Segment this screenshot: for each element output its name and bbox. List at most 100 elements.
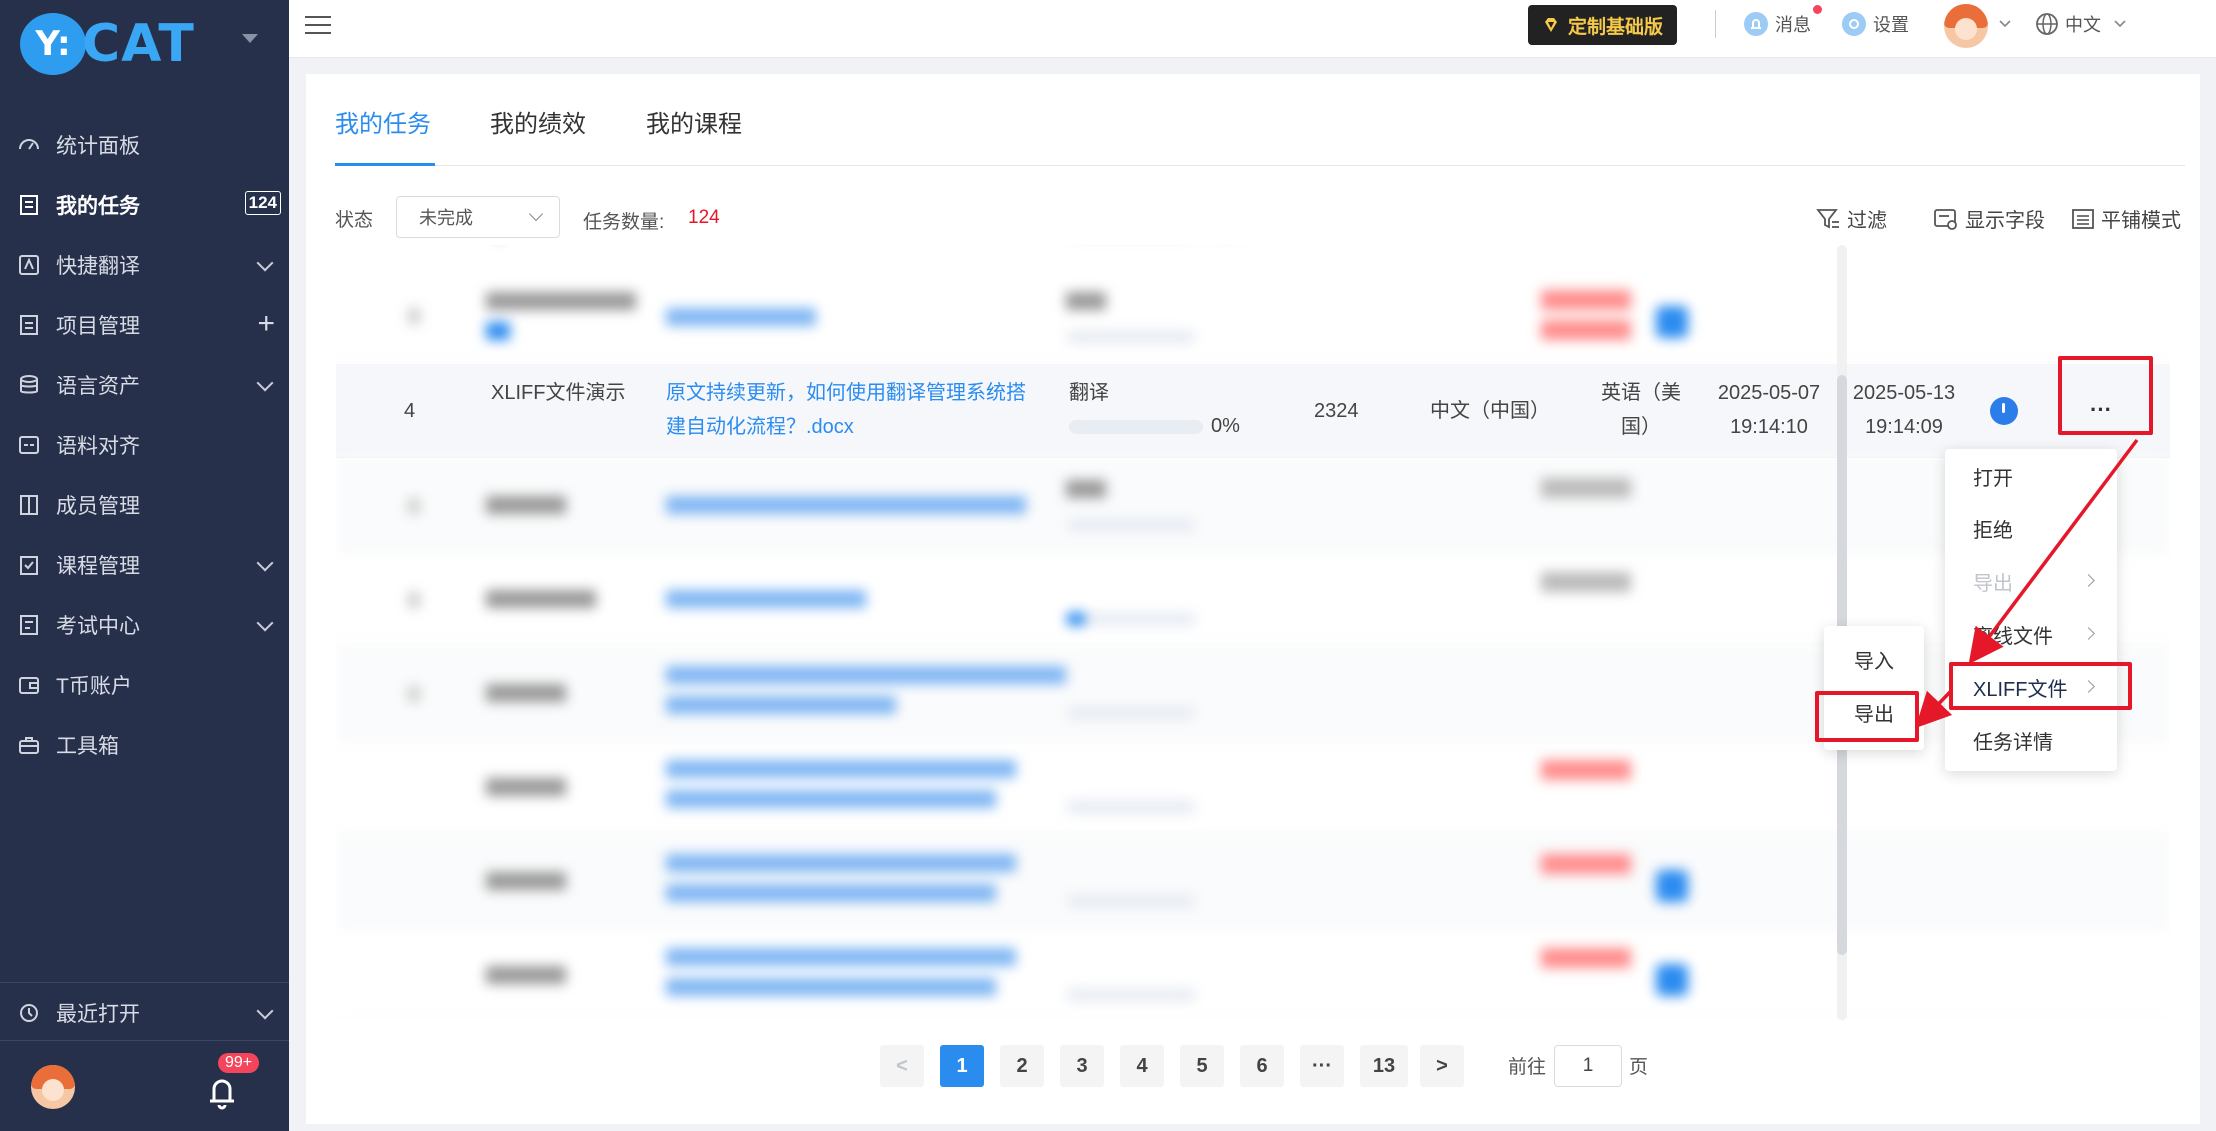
show-fields-label: 显示字段 bbox=[1965, 210, 2045, 232]
goto-label: 前往 bbox=[1508, 1057, 1547, 1078]
sidebar: Y: CAT 统计面板 我的任务 124 快捷翻译 项目管理 + 语言资产 语料… bbox=[0, 0, 289, 1131]
language-switcher[interactable]: 中文 bbox=[2035, 10, 2133, 38]
sidebar-item-courses[interactable]: 课程管理 bbox=[0, 535, 289, 595]
show-fields-button[interactable]: 显示字段 bbox=[1933, 204, 2045, 233]
collapse-menu-icon[interactable] bbox=[305, 16, 331, 38]
tab-my-courses[interactable]: 我的课程 bbox=[646, 104, 742, 139]
menu-item-open[interactable]: 打开 bbox=[1945, 452, 2117, 500]
target-language: 英语（美 国） bbox=[1601, 382, 1681, 438]
sidebar-item-label: 课程管理 bbox=[56, 555, 140, 578]
notification-badge: 99+ bbox=[218, 1053, 260, 1073]
page-4[interactable]: 4 bbox=[1120, 1045, 1164, 1087]
logo[interactable]: Y: CAT bbox=[20, 8, 195, 80]
table-row bbox=[336, 928, 2170, 1020]
page-5[interactable]: 5 bbox=[1180, 1045, 1224, 1087]
sidebar-item-t-coin[interactable]: T币账户 bbox=[0, 655, 289, 715]
tab-my-performance[interactable]: 我的绩效 bbox=[490, 104, 586, 139]
tile-mode-button[interactable]: 平铺模式 bbox=[2071, 204, 2181, 233]
status-select[interactable]: 未完成 bbox=[396, 196, 560, 238]
diamond-icon bbox=[1545, 18, 1557, 32]
top-user-avatar[interactable] bbox=[1944, 4, 1988, 48]
sidebar-menu: 统计面板 我的任务 124 快捷翻译 项目管理 + 语言资产 语料对齐 成员管理… bbox=[0, 115, 289, 775]
progress-text: 0% bbox=[1211, 415, 1240, 437]
task-file-link[interactable]: 原文持续更新，如何使用翻译管理系统搭 建自动化流程？.docx bbox=[666, 376, 1026, 444]
page-1[interactable]: 1 bbox=[940, 1045, 984, 1087]
sidebar-item-label: 项目管理 bbox=[56, 315, 140, 338]
table-row[interactable]: 4 XLIFF文件演示 原文持续更新，如何使用翻译管理系统搭 建自动化流程？.d… bbox=[336, 364, 2170, 458]
columns-icon bbox=[1934, 208, 1957, 230]
logo-text: CAT bbox=[82, 14, 195, 74]
tab-my-tasks[interactable]: 我的任务 bbox=[335, 104, 431, 139]
menu-item-offline-file[interactable]: 离线文件 bbox=[1945, 610, 2117, 658]
sidebar-item-label: 快捷翻译 bbox=[56, 255, 140, 278]
task-index: 4 bbox=[404, 400, 416, 422]
add-project-icon[interactable]: + bbox=[257, 309, 275, 339]
page-3[interactable]: 3 bbox=[1060, 1045, 1104, 1087]
task-icon bbox=[18, 194, 40, 216]
sidebar-item-projects[interactable]: 项目管理 + bbox=[0, 295, 289, 355]
vip-plan-button[interactable]: 定制基础版 bbox=[1528, 5, 1678, 45]
sidebar-item-quick-translate[interactable]: 快捷翻译 bbox=[0, 235, 289, 295]
members-icon bbox=[18, 494, 40, 516]
task-count-badge: 124 bbox=[244, 191, 281, 215]
tile-mode-label: 平铺模式 bbox=[2101, 210, 2181, 232]
menu-item-task-details[interactable]: 任务详情 bbox=[1945, 716, 2117, 764]
sidebar-item-language-assets[interactable]: 语言资产 bbox=[0, 355, 289, 415]
task-name: XLIFF文件演示 bbox=[491, 382, 626, 404]
table-row bbox=[336, 740, 2170, 834]
account-dropdown[interactable] bbox=[1998, 10, 2018, 38]
page-2[interactable]: 2 bbox=[1000, 1045, 1044, 1087]
translate-icon bbox=[18, 254, 40, 276]
sidebar-item-label: 考试中心 bbox=[56, 615, 140, 638]
chevron-right-icon bbox=[2082, 574, 2095, 587]
sidebar-item-label: 语料对齐 bbox=[56, 435, 140, 458]
messages-button[interactable]: 消息 bbox=[1743, 10, 1811, 38]
wallet-icon bbox=[18, 674, 40, 696]
bell-icon[interactable] bbox=[202, 1071, 242, 1111]
filter-bar: 状态 未完成 任务数量: 124 过滤 显示字段 平铺模式 bbox=[335, 196, 2185, 240]
task-count-label: 任务数量: bbox=[583, 212, 665, 233]
menu-item-reject[interactable]: 拒绝 bbox=[1945, 504, 2117, 552]
sidebar-item-members[interactable]: 成员管理 bbox=[0, 475, 289, 535]
chevron-down-icon bbox=[256, 254, 274, 272]
settings-button[interactable]: 设置 bbox=[1841, 10, 1909, 38]
goto-page-input[interactable]: 1 bbox=[1554, 1045, 1622, 1087]
project-icon bbox=[18, 314, 40, 336]
pagination-prev[interactable]: < bbox=[880, 1045, 924, 1087]
vip-plan-label: 定制基础版 bbox=[1568, 16, 1664, 38]
divider bbox=[1715, 10, 1716, 38]
task-type: 翻译 bbox=[1069, 382, 1109, 404]
dashboard-icon bbox=[18, 134, 40, 156]
sidebar-item-label: 成员管理 bbox=[56, 495, 140, 518]
sidebar-item-label: T币账户 bbox=[56, 675, 132, 698]
page-unit-label: 页 bbox=[1629, 1057, 1649, 1078]
page-ellipsis[interactable]: ··· bbox=[1300, 1045, 1344, 1087]
filter-button[interactable]: 过滤 bbox=[1815, 204, 1887, 233]
user-avatar[interactable] bbox=[31, 1065, 75, 1109]
workspace-dropdown-icon[interactable] bbox=[242, 34, 258, 43]
progress-bar bbox=[1069, 420, 1203, 434]
message-bell-icon bbox=[1744, 12, 1768, 36]
sidebar-item-toolbox[interactable]: 工具箱 bbox=[0, 715, 289, 775]
page-13[interactable]: 13 bbox=[1360, 1045, 1408, 1087]
top-bar: 定制基础版 消息 设置 中文 bbox=[289, 0, 2216, 58]
pagination-next[interactable]: > bbox=[1420, 1045, 1464, 1087]
submenu-item-import[interactable]: 导入 bbox=[1824, 635, 1924, 683]
sidebar-item-label: 语言资产 bbox=[56, 375, 140, 398]
highlight-export-item bbox=[1815, 691, 1919, 742]
sidebar-item-my-tasks[interactable]: 我的任务 124 bbox=[0, 175, 289, 235]
sidebar-item-dashboard[interactable]: 统计面板 bbox=[0, 115, 289, 175]
chevron-down-icon bbox=[528, 206, 544, 222]
exam-icon bbox=[18, 614, 40, 636]
chevron-right-icon bbox=[2082, 627, 2095, 640]
page-6[interactable]: 6 bbox=[1240, 1045, 1284, 1087]
task-count-value: 124 bbox=[688, 207, 720, 228]
due-time: 2025-05-13 19:14:09 bbox=[1852, 382, 1956, 438]
table-row bbox=[336, 834, 2170, 928]
active-tab-indicator bbox=[335, 163, 435, 166]
sidebar-item-recent[interactable]: 最近打开 bbox=[0, 982, 289, 1042]
status-value: 未完成 bbox=[419, 208, 473, 228]
highlight-more-button bbox=[2058, 356, 2153, 435]
sidebar-item-corpus-align[interactable]: 语料对齐 bbox=[0, 415, 289, 475]
sidebar-item-exams[interactable]: 考试中心 bbox=[0, 595, 289, 655]
